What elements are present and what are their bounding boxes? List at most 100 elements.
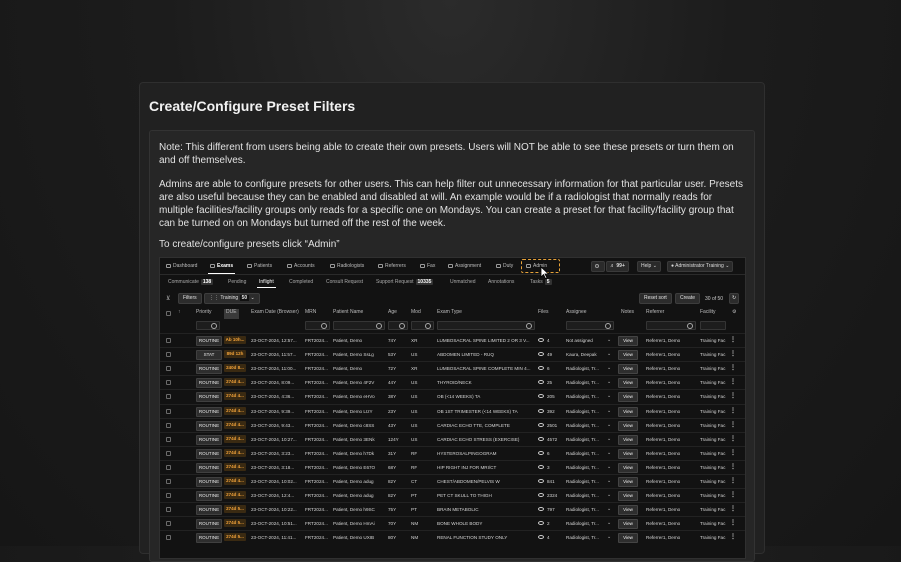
table-row[interactable]: ROUTINE 274d 4... 23-OCT-2024, 8:09... FRT2… xyxy=(160,375,745,390)
search-button[interactable] xyxy=(591,261,605,272)
notifications-button[interactable]: ♬ 99+ xyxy=(606,261,629,272)
view-notes-button[interactable]: View xyxy=(618,378,638,389)
tab-tasks[interactable]: Tasks 5 xyxy=(530,279,552,285)
sort-arrow-icon[interactable]: ↑ xyxy=(178,309,181,319)
table-row[interactable]: STAT 89d 12h 23-OCT-2024, 11:57... FRT2024.… xyxy=(160,347,745,362)
view-notes-button[interactable]: View xyxy=(618,392,638,403)
chevron-down-icon[interactable]: ⌄ xyxy=(607,436,611,442)
tab-communicate[interactable]: Communicate 138 xyxy=(168,279,214,285)
table-row[interactable]: ROUTINE 240d 8... 23-OCT-2024, 11:00... FRT… xyxy=(160,361,745,376)
row-checkbox[interactable] xyxy=(166,493,171,499)
eye-icon[interactable] xyxy=(538,507,544,512)
row-checkbox[interactable] xyxy=(166,408,171,414)
tab-pending[interactable]: Pending xyxy=(228,279,246,285)
chevron-down-icon[interactable]: ⌄ xyxy=(607,506,611,512)
chevron-down-icon[interactable]: ⌄ xyxy=(607,365,611,371)
row-checkbox[interactable] xyxy=(166,450,171,456)
table-row[interactable]: ROUTINE 274d 5... 23-OCT-2024, 11:41... FRT… xyxy=(160,530,745,545)
nav-accounts[interactable]: Accounts xyxy=(287,263,315,269)
col-referrer[interactable]: Referrer xyxy=(646,309,664,319)
row-checkbox[interactable] xyxy=(166,507,171,513)
table-row[interactable]: ROUTINE 274d 5... 23-OCT-2024, 10:22... FRT… xyxy=(160,502,745,517)
row-checkbox[interactable] xyxy=(166,535,171,541)
row-checkbox[interactable] xyxy=(166,338,171,343)
chevron-down-icon[interactable]: ⌄ xyxy=(607,534,611,540)
chevron-down-icon[interactable]: ⌄ xyxy=(607,478,611,484)
col-files[interactable]: Files xyxy=(538,309,549,319)
eye-icon[interactable] xyxy=(538,535,544,540)
search-input-assignee[interactable] xyxy=(566,321,614,330)
col-due[interactable]: DUE xyxy=(224,309,239,319)
eye-icon[interactable] xyxy=(538,338,544,342)
tab-unmatched[interactable]: Unmatched xyxy=(450,279,476,285)
row-checkbox[interactable] xyxy=(166,380,171,386)
search-input-exam-type[interactable] xyxy=(437,321,535,330)
nav-exams[interactable]: Exams xyxy=(207,263,236,274)
more-options-icon[interactable]: ⋮ xyxy=(730,364,736,371)
eye-icon[interactable] xyxy=(538,408,544,413)
eye-icon[interactable] xyxy=(538,450,544,455)
eye-icon[interactable] xyxy=(538,493,544,498)
chevron-down-icon[interactable]: ⌄ xyxy=(607,464,611,470)
search-input-facility[interactable] xyxy=(700,321,726,330)
tab-annotations[interactable]: Annotations xyxy=(488,279,514,285)
view-notes-button[interactable]: View xyxy=(618,364,638,375)
chevron-down-icon[interactable]: ⌄ xyxy=(607,450,611,456)
chevron-down-icon[interactable]: ⌄ xyxy=(607,408,611,414)
chevron-down-icon[interactable]: ⌄ xyxy=(607,337,611,343)
more-options-icon[interactable]: ⋮ xyxy=(730,477,736,484)
filter-clear-icon[interactable]: ⊻ xyxy=(166,295,170,302)
view-notes-button[interactable]: View xyxy=(618,434,638,445)
chevron-down-icon[interactable]: ⌄ xyxy=(607,492,611,498)
more-options-icon[interactable]: ⋮ xyxy=(730,491,736,498)
nav-assignment[interactable]: Assignment xyxy=(448,263,481,269)
view-notes-button[interactable]: View xyxy=(618,336,638,346)
nav-fax[interactable]: Fax xyxy=(420,263,435,269)
col-mod[interactable]: Mod xyxy=(411,309,421,319)
view-notes-button[interactable]: View xyxy=(618,533,638,544)
eye-icon[interactable] xyxy=(538,464,544,469)
view-notes-button[interactable]: View xyxy=(618,420,638,431)
table-row[interactable]: ROUTINE 274d 4... 23-OCT-2024, 10:02... FRT… xyxy=(160,474,745,489)
more-options-icon[interactable]: ⋮ xyxy=(730,350,736,357)
eye-icon[interactable] xyxy=(538,436,544,441)
tab-completed[interactable]: Completed xyxy=(289,279,313,285)
nav-radiologists[interactable]: Radiologists xyxy=(330,263,364,269)
tab-support-request[interactable]: Support Request 10335 xyxy=(376,279,434,285)
view-notes-button[interactable]: View xyxy=(618,519,638,530)
more-options-icon[interactable]: ⋮ xyxy=(730,463,736,470)
table-row[interactable]: ROUTINE 274d 4... 23-OCT-2024, 9:43... FRT2… xyxy=(160,417,745,433)
row-checkbox[interactable] xyxy=(166,352,171,358)
row-checkbox[interactable] xyxy=(166,394,171,400)
search-input-referrer[interactable] xyxy=(646,321,696,330)
search-input-patient[interactable] xyxy=(333,321,385,330)
table-row[interactable]: ROUTINE 274d 4... 23-OCT-2024, 12:4... FRT2… xyxy=(160,488,745,503)
row-checkbox[interactable] xyxy=(166,366,171,372)
row-checkbox[interactable] xyxy=(166,422,171,428)
refresh-button[interactable]: ↻ xyxy=(729,293,740,304)
col-patient-name[interactable]: Patient Name xyxy=(333,309,363,319)
nav-referrers[interactable]: Referrers xyxy=(378,263,406,269)
col-priority[interactable]: Priority xyxy=(196,309,212,319)
col-exam-date[interactable]: Exam Date (Browser) xyxy=(251,309,299,319)
col-exam-type[interactable]: Exam Type xyxy=(437,309,462,319)
search-input-mod[interactable] xyxy=(411,321,434,330)
view-notes-button[interactable]: View xyxy=(618,406,638,417)
more-options-icon[interactable]: ⋮ xyxy=(730,421,736,428)
view-notes-button[interactable]: View xyxy=(618,491,638,502)
create-button[interactable]: Create xyxy=(675,293,701,304)
search-input-age[interactable] xyxy=(388,321,408,330)
select-all-checkbox[interactable] xyxy=(166,311,171,316)
col-assignee[interactable]: Assignee xyxy=(566,309,587,319)
chevron-down-icon[interactable]: ⌄ xyxy=(607,379,611,385)
tab-inflight[interactable]: Inflight xyxy=(257,279,276,288)
chevron-down-icon[interactable]: ⌄ xyxy=(607,351,611,357)
nav-dashboard[interactable]: Dashboard xyxy=(166,263,197,269)
col-age[interactable]: Age xyxy=(388,309,397,319)
more-options-icon[interactable]: ⋮ xyxy=(730,449,736,456)
table-row[interactable]: ROUTINE 274d 4... 23-OCT-2024, 3:23... FRT2… xyxy=(160,445,745,461)
table-row[interactable]: ROUTINE 274d 4... 23-OCT-2024, 9:39... FRT2… xyxy=(160,403,745,419)
chevron-down-icon[interactable]: ⌄ xyxy=(607,422,611,428)
table-row[interactable]: ROUTINE 274d 4... 23-OCT-2024, 3:18... FRT2… xyxy=(160,459,745,475)
more-options-icon[interactable]: ⋮ xyxy=(730,336,736,343)
